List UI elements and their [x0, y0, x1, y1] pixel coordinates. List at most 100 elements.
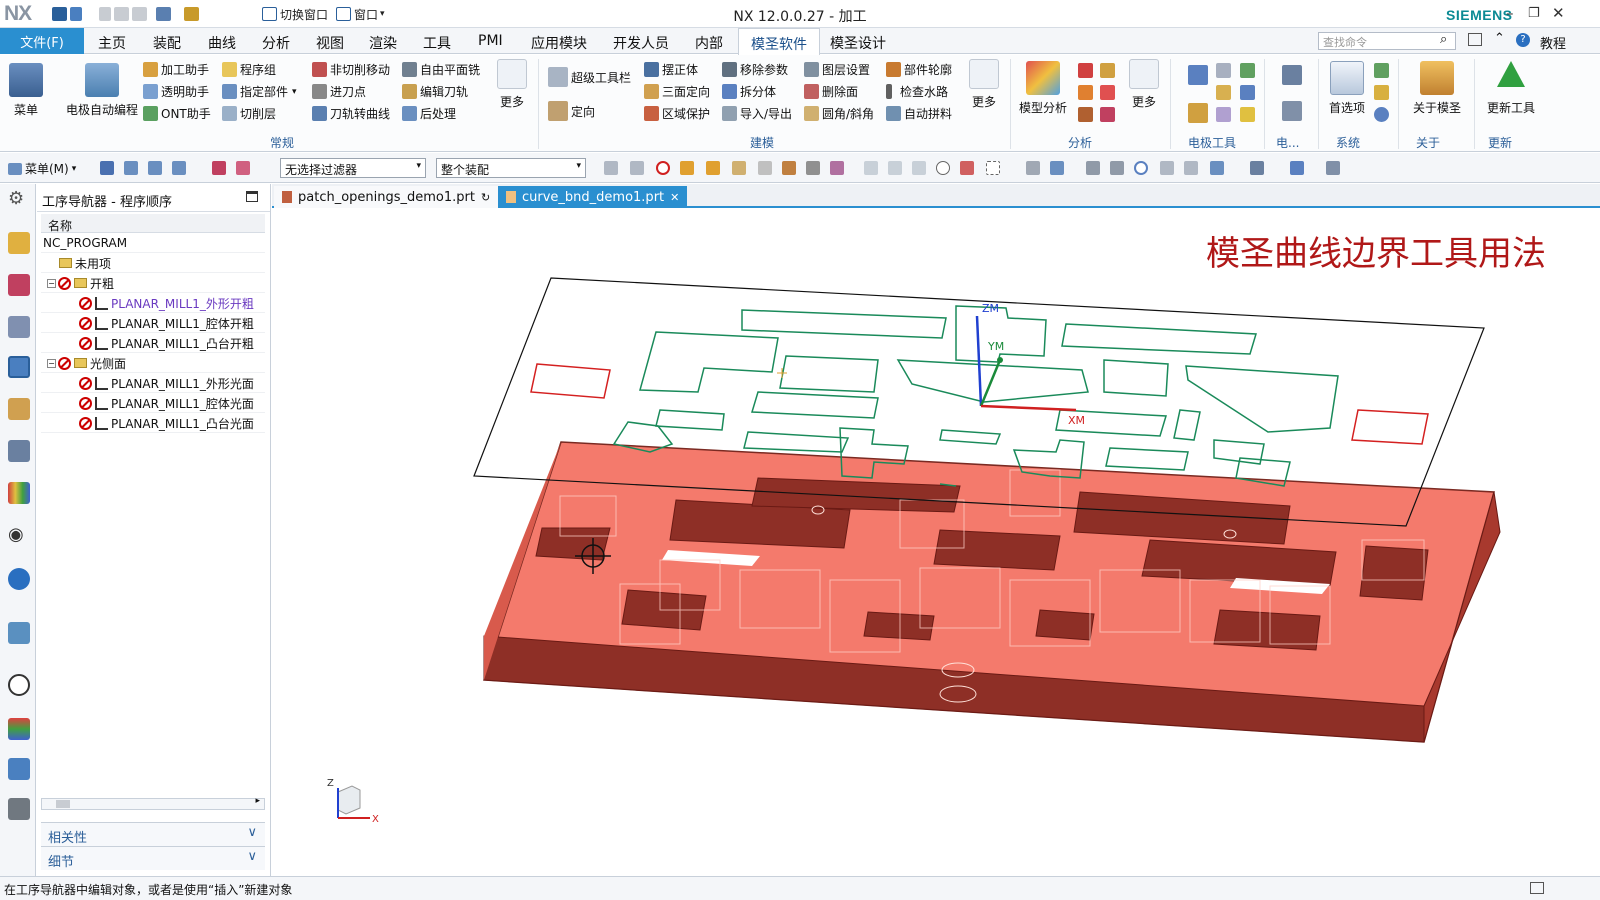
tab-applications[interactable]: 应用模块	[531, 33, 587, 53]
tree-root[interactable]: NC_PROGRAM	[41, 234, 265, 253]
remove-parameters-button[interactable]: 移除参数	[722, 61, 788, 78]
center-point-icon[interactable]	[936, 161, 950, 175]
red-boundary-right[interactable]	[1351, 409, 1429, 445]
part-navigator-icon[interactable]	[8, 316, 30, 338]
restore-button[interactable]: ❐	[1528, 6, 1540, 21]
electrode-list-icon[interactable]	[1240, 63, 1255, 78]
weight-icon[interactable]	[1078, 63, 1093, 78]
box-select-icon[interactable]	[986, 161, 1000, 175]
preferences-button[interactable]: 首选项	[1322, 61, 1372, 116]
geometry-view-icon[interactable]	[172, 161, 186, 175]
tree-operation[interactable]: PLANAR_MILL1_凸台开粗	[41, 334, 265, 353]
tab-analysis[interactable]: 分析	[262, 33, 290, 53]
postprocess-button[interactable]: 后处理	[402, 105, 456, 122]
electrode-edit-icon[interactable]	[1216, 63, 1231, 78]
collapse-icon[interactable]: −	[47, 278, 56, 288]
non-cutting-moves-button[interactable]: 非切削移动	[312, 61, 390, 78]
ont-assistant-button[interactable]: ONT助手	[143, 105, 211, 122]
program-group-button[interactable]: 程序组	[222, 61, 276, 78]
lock-icon[interactable]	[1374, 85, 1389, 100]
close-button[interactable]: ✕	[1552, 4, 1565, 22]
palette-icon[interactable]	[8, 718, 30, 740]
edit-section-icon[interactable]	[1250, 161, 1264, 175]
edit-toolpath-button[interactable]: 编辑刀轨	[402, 83, 468, 100]
tree-operation[interactable]: PLANAR_MILL1_外形光面	[41, 374, 265, 393]
selection-icon[interactable]	[100, 161, 114, 175]
scrollbar-thumb[interactable]	[56, 800, 70, 808]
file-tab-patch-openings[interactable]: patch_openings_demo1.prt ↻	[274, 186, 499, 208]
specify-part-button[interactable]: 指定部件 ▾	[222, 83, 297, 100]
view-triad[interactable]: Z X	[327, 778, 379, 825]
robot-icon[interactable]	[8, 798, 30, 820]
layer-settings-button[interactable]: 图层设置	[804, 61, 870, 78]
electrode-check-icon[interactable]	[1216, 107, 1231, 122]
tree-operation[interactable]: PLANAR_MILL1_凸台光面	[41, 414, 265, 433]
electrode-auto-program-button[interactable]: 电极自动编程	[60, 63, 144, 118]
tab-render[interactable]: 渲染	[369, 33, 397, 53]
tab-assembly[interactable]: 装配	[153, 33, 181, 53]
update-tool-button[interactable]: 更新工具	[1478, 61, 1544, 116]
tab-pmi[interactable]: PMI	[478, 33, 503, 49]
align-body-button[interactable]: 摆正体	[644, 61, 698, 78]
electrode-copy-icon[interactable]	[1240, 85, 1255, 100]
control-point-icon[interactable]	[912, 161, 926, 175]
model-analysis-button[interactable]: 模型分析	[1016, 61, 1070, 116]
tree-operation[interactable]: PLANAR_MILL1_腔体开粗	[41, 314, 265, 333]
pan-icon[interactable]	[1160, 161, 1174, 175]
free-planar-mill-button[interactable]: 自由平面铣	[402, 61, 480, 78]
tutorial-button[interactable]: 教程	[1540, 33, 1566, 52]
tab-mosheng-design[interactable]: 模圣设计	[830, 33, 886, 53]
operation-navigator-icon[interactable]	[8, 356, 30, 378]
machine-tool-view-icon[interactable]	[148, 161, 162, 175]
zoom-icon[interactable]	[1110, 161, 1124, 175]
point-snap-icon[interactable]	[806, 161, 820, 175]
info-icon[interactable]	[8, 568, 30, 590]
details-panel[interactable]: 细节 ∨	[41, 846, 265, 870]
toolpath-to-curve-button[interactable]: 刀轨转曲线	[312, 105, 390, 122]
view-orient-icon[interactable]	[1050, 161, 1064, 175]
orient-button[interactable]: 定向	[548, 101, 595, 121]
electrode-base-icon[interactable]	[1216, 85, 1231, 100]
more-button-modeling[interactable]: 更多	[966, 59, 1002, 110]
render-style-icon[interactable]	[1210, 161, 1224, 175]
info-icon[interactable]	[1374, 107, 1389, 122]
tab-mosheng-software[interactable]: 模圣软件	[738, 28, 820, 55]
collapse-ribbon-icon[interactable]: ⌃	[1494, 31, 1505, 46]
snap-icon[interactable]	[604, 161, 618, 175]
selection-scope-select[interactable]: 整个装配 ▾	[436, 158, 586, 178]
fillet-chamfer-button[interactable]: 圆角/斜角	[804, 105, 874, 122]
verify-toolpath-icon[interactable]	[236, 161, 250, 175]
tree-operation[interactable]: PLANAR_MILL1_腔体光面	[41, 394, 265, 413]
gear-icon[interactable]: ⚙	[8, 188, 30, 210]
tree-group[interactable]: − 开粗	[41, 274, 265, 293]
selection-filter-select[interactable]: 无选择过滤器 ▾	[280, 158, 426, 178]
library-icon[interactable]	[8, 482, 30, 504]
split-body-button[interactable]: 拆分体	[722, 83, 776, 100]
region-protect-button[interactable]: 区域保护	[644, 105, 710, 122]
process-studio-icon[interactable]	[8, 758, 30, 780]
horizontal-scrollbar[interactable]: ▸	[41, 796, 265, 810]
fit-view-icon[interactable]	[1086, 161, 1100, 175]
part-outline-button[interactable]: 部件轮廓	[886, 61, 952, 78]
intersection-icon[interactable]	[960, 161, 974, 175]
web-browser-icon[interactable]	[8, 622, 30, 644]
angle-icon[interactable]	[1100, 85, 1115, 100]
graphics-window[interactable]: ZM YM XM Z X 模圣曲线边界工具用法	[272, 208, 1600, 876]
tree-group[interactable]: − 光侧面	[41, 354, 265, 373]
minimize-button[interactable]: –	[1506, 4, 1514, 22]
machining-assistant-button[interactable]: 加工助手	[143, 61, 209, 78]
tab-internal[interactable]: 内部	[695, 33, 723, 53]
tab-curve[interactable]: 曲线	[208, 33, 236, 53]
shaded-view-icon[interactable]	[1026, 161, 1040, 175]
history-clock-icon[interactable]	[8, 674, 30, 696]
fullscreen-icon[interactable]	[1468, 33, 1482, 46]
reuse-library-icon[interactable]	[8, 440, 30, 462]
body-filter-icon[interactable]	[680, 161, 694, 175]
super-toolbar-button[interactable]: 超级工具栏	[548, 67, 631, 87]
program-order-view-icon[interactable]	[124, 161, 138, 175]
about-mosheng-button[interactable]: 关于模圣	[1404, 61, 1470, 116]
status-panel-icon[interactable]	[1530, 882, 1544, 894]
transparency-assistant-button[interactable]: 透明助手	[143, 83, 209, 100]
file-tab-curve-bnd[interactable]: curve_bnd_demo1.prt ✕	[498, 186, 688, 208]
tab-tools[interactable]: 工具	[423, 33, 451, 53]
